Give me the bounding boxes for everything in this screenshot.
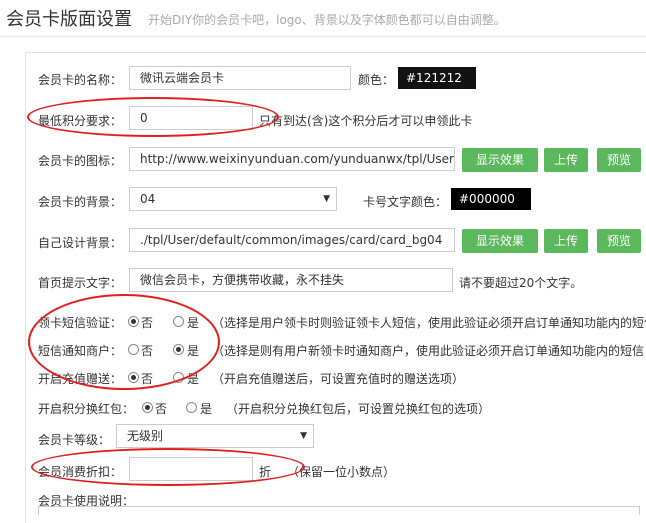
icon-show-effect-button[interactable]: 显示效果	[462, 148, 538, 172]
points-redpack-yes-radio[interactable]	[186, 402, 197, 413]
home-tip-label: 首页提示文字：	[38, 276, 123, 290]
chevron-down-icon: ▼	[300, 431, 307, 441]
card-icon-url-input[interactable]: http://www.weixinyunduan.com/yunduanwx/t…	[129, 147, 455, 171]
recharge-gift-label: 开启充值赠送：	[38, 372, 123, 386]
card-bg-label: 会员卡的背景：	[38, 195, 123, 209]
home-tip-hint: 请不要超过20个文字。	[459, 276, 583, 290]
card-name-input[interactable]: 微讯云端会员卡	[129, 66, 351, 90]
points-redpack-no-radio[interactable]	[142, 402, 153, 413]
icon-preview-button[interactable]: 预览	[597, 148, 641, 172]
chevron-down-icon: ▼	[323, 194, 330, 204]
custom-bg-input[interactable]: ./tpl/User/default/common/images/card/ca…	[129, 228, 455, 252]
name-color-swatch[interactable]: #121212	[398, 67, 476, 89]
card-name-label: 会员卡的名称：	[38, 73, 123, 87]
card-level-selected: 无级别	[127, 429, 164, 443]
sms-notify-no-label: 否	[141, 344, 154, 358]
recharge-gift-no-label: 否	[141, 372, 154, 386]
card-icon-label: 会员卡的图标：	[38, 154, 123, 168]
sms-verify-yes-label: 是	[187, 316, 200, 330]
sms-notify-hint: （选择是则有用户新领卡时通知商户，使用此验证必须开启订单通知功能内的短信	[212, 344, 645, 358]
points-redpack-label: 开启积分换红包：	[38, 402, 135, 416]
discount-label: 会员消费折扣：	[38, 465, 123, 479]
min-points-hint: 只有到达(含)这个积分后才可以申领此卡	[259, 114, 473, 128]
sms-notify-no-radio[interactable]	[128, 344, 139, 355]
sms-verify-yes-radio[interactable]	[173, 316, 184, 327]
recharge-gift-yes-label: 是	[187, 372, 200, 386]
recharge-gift-no-radio[interactable]	[128, 372, 139, 383]
number-color-swatch[interactable]: #000000	[451, 188, 531, 210]
sms-notify-label: 短信通知商户：	[38, 344, 123, 358]
min-points-input[interactable]: 0	[129, 106, 253, 130]
sms-verify-no-label: 否	[141, 316, 154, 330]
points-redpack-yes-label: 是	[200, 402, 213, 416]
bg-preview-button[interactable]: 预览	[597, 229, 641, 253]
discount-unit: 折	[259, 465, 272, 479]
sms-notify-yes-radio[interactable]	[173, 344, 184, 355]
bg-show-effect-button[interactable]: 显示效果	[462, 229, 538, 253]
sms-verify-label: 领卡短信验证：	[38, 316, 123, 330]
discount-hint: （保留一位小数点）	[287, 465, 396, 479]
points-redpack-no-label: 否	[155, 402, 168, 416]
recharge-gift-yes-radio[interactable]	[173, 372, 184, 383]
sms-verify-hint: （选择是用户领卡时则验证领卡人短信，使用此验证必须开启订单通知功能内的短信	[212, 316, 646, 330]
sms-notify-yes-label: 是	[187, 344, 200, 358]
sms-verify-no-radio[interactable]	[128, 316, 139, 327]
min-points-label: 最低积分要求：	[38, 114, 123, 128]
page-header: 会员卡版面设置 开始DIY你的会员卡吧，logo、背景以及字体颜色都可以自由调整…	[0, 0, 646, 37]
discount-input[interactable]	[129, 457, 253, 481]
number-color-label: 卡号文字颜色：	[363, 195, 448, 209]
points-redpack-hint: （开启积分兑换红包后，可设置兑换红包的选项）	[226, 402, 491, 416]
bg-upload-button[interactable]: 上传	[544, 229, 588, 253]
icon-upload-button[interactable]: 上传	[544, 148, 588, 172]
home-tip-input[interactable]: 微信会员卡，方便携带收藏，永不挂失	[129, 268, 453, 292]
card-level-select[interactable]: 无级别 ▼	[116, 424, 314, 448]
card-bg-select[interactable]: 04 ▼	[129, 187, 337, 211]
color-label: 颜色：	[358, 73, 395, 87]
recharge-gift-hint: （开启充值赠送后，可设置充值时的赠送选项）	[212, 372, 465, 386]
page-subtitle: 开始DIY你的会员卡吧，logo、背景以及字体颜色都可以自由调整。	[148, 13, 506, 27]
custom-bg-label: 自己设计背景：	[38, 236, 123, 250]
card-level-label: 会员卡等级：	[38, 433, 111, 447]
card-bg-selected: 04	[140, 192, 156, 206]
page-title: 会员卡版面设置	[6, 9, 132, 30]
